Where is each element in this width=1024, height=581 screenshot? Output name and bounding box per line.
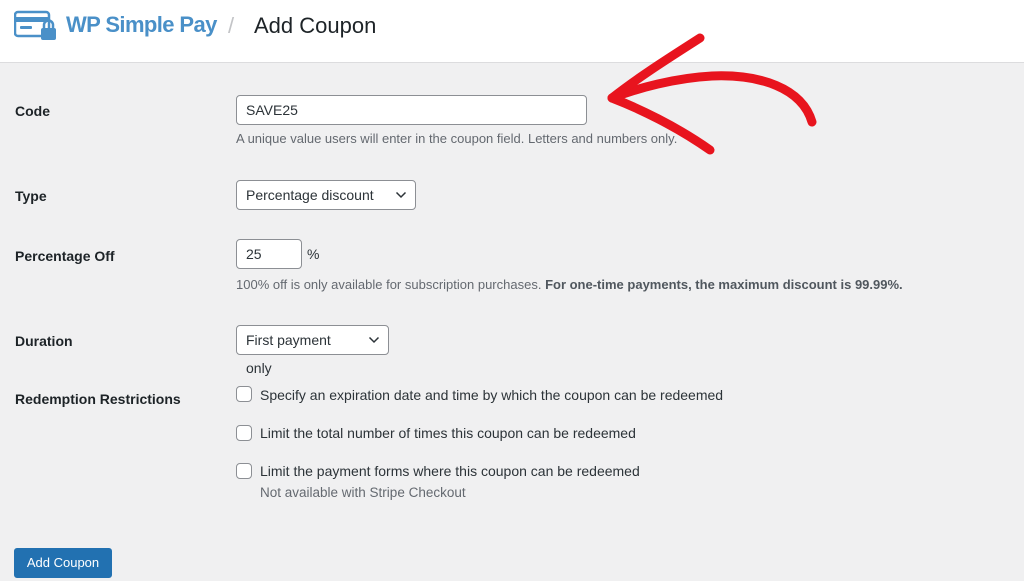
- chevron-down-icon: [395, 191, 407, 199]
- page-title: Add Coupon: [254, 13, 377, 38]
- code-input[interactable]: SAVE25: [236, 95, 587, 125]
- max-redemptions-checkbox-label[interactable]: Limit the total number of times this cou…: [260, 425, 636, 441]
- payment-forms-checkbox-label[interactable]: Limit the payment forms where this coupo…: [260, 463, 640, 479]
- percentage-help-plain: 100% off is only available for subscript…: [236, 277, 542, 292]
- duration-label: Duration: [15, 333, 73, 349]
- top-header: WP Simple Pay / Add Coupon: [0, 0, 1024, 63]
- payment-forms-note: Not available with Stripe Checkout: [260, 485, 466, 500]
- duration-select[interactable]: First payment only: [236, 325, 389, 376]
- breadcrumb-separator: /: [228, 13, 235, 38]
- percentage-off-value: 25: [246, 246, 262, 262]
- type-select[interactable]: Percentage discount: [236, 180, 416, 210]
- code-input-value: SAVE25: [246, 102, 298, 118]
- percent-unit: %: [307, 246, 320, 262]
- type-select-value: Percentage discount: [246, 187, 374, 203]
- card-lock-icon: [14, 10, 56, 40]
- code-help-text: A unique value users will enter in the c…: [236, 131, 678, 146]
- max-redemptions-checkbox[interactable]: [236, 425, 252, 441]
- code-label: Code: [15, 103, 50, 119]
- expiration-checkbox[interactable]: [236, 386, 252, 402]
- expiration-checkbox-label[interactable]: Specify an expiration date and time by w…: [260, 387, 723, 403]
- duration-select-value: First payment only: [246, 332, 331, 376]
- type-label: Type: [15, 188, 47, 204]
- chevron-down-icon: [368, 336, 380, 344]
- percentage-help-text: 100% off is only available for subscript…: [236, 277, 903, 292]
- percentage-help-bold: For one-time payments, the maximum disco…: [545, 277, 903, 292]
- percentage-off-input[interactable]: 25: [236, 239, 302, 269]
- add-coupon-button[interactable]: Add Coupon: [14, 548, 112, 578]
- brand-name: WP Simple Pay: [66, 12, 217, 37]
- payment-forms-checkbox[interactable]: [236, 463, 252, 479]
- redemption-restrictions-label: Redemption Restrictions: [15, 391, 181, 407]
- percentage-off-label: Percentage Off: [15, 248, 115, 264]
